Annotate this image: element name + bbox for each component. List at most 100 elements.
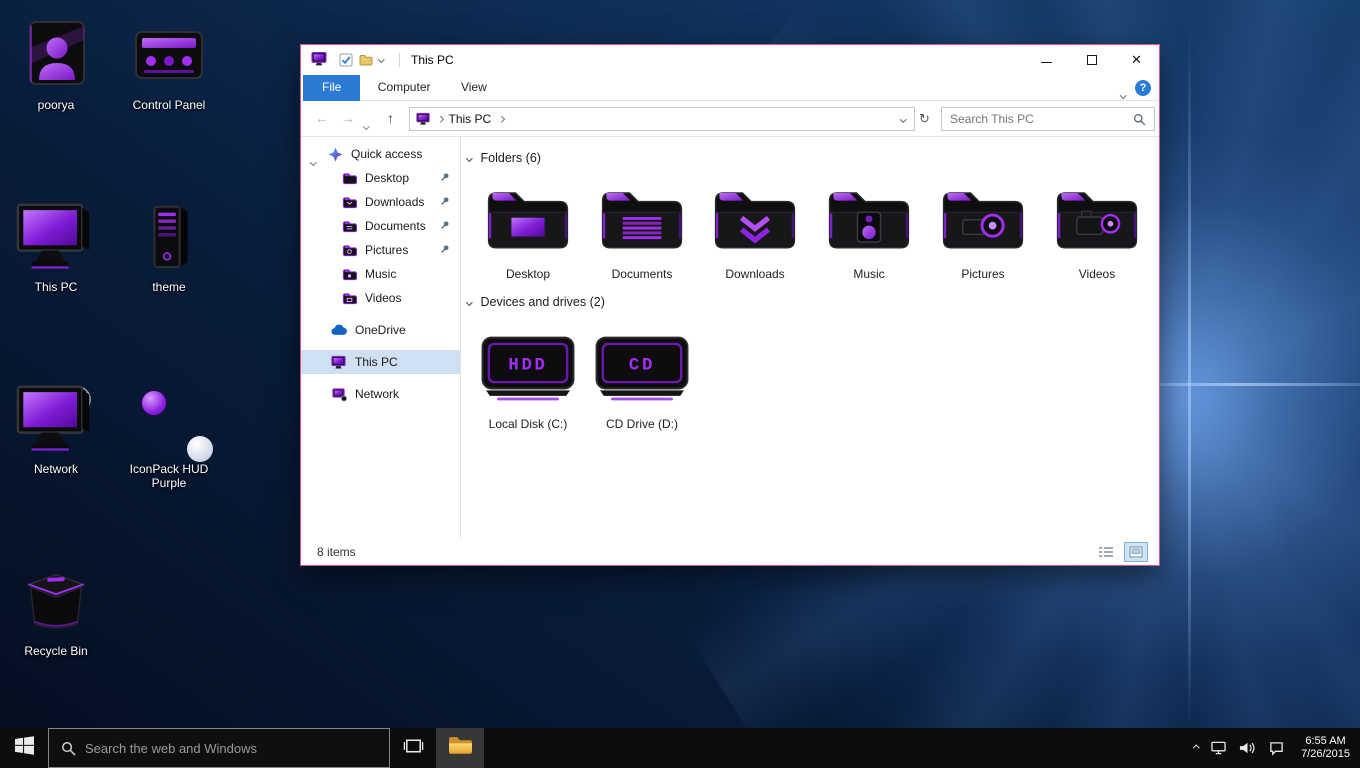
folder-icon <box>341 170 357 186</box>
breadcrumb-this-pc[interactable]: This PC <box>449 112 492 126</box>
sidebar-label: OneDrive <box>355 323 406 337</box>
hard-drive-icon: HDD <box>477 330 579 412</box>
taskbar-search-input[interactable] <box>85 741 389 756</box>
sidebar-item-this-pc[interactable]: This PC <box>301 350 460 374</box>
minimize-icon <box>1041 62 1052 63</box>
desktop-icon-label: theme <box>116 280 222 294</box>
expand-ribbon-chevron-icon[interactable] <box>1121 84 1126 102</box>
desktop-icon-iconpack[interactable]: IconPack HUD Purple <box>116 378 222 490</box>
desktop-icon-this-pc[interactable]: This PC <box>3 196 109 294</box>
desktop-icon-network[interactable]: Network <box>3 378 109 476</box>
minimize-button[interactable] <box>1024 45 1069 75</box>
folder-tile-documents[interactable]: Documents <box>590 173 694 281</box>
desktop-icon-label: Network <box>3 462 109 476</box>
qat-new-folder-icon[interactable] <box>359 53 373 67</box>
explorer-search-box[interactable] <box>941 107 1155 131</box>
close-button[interactable]: ✕ <box>1114 45 1159 75</box>
qat-customize-chevron-icon[interactable] <box>379 57 384 62</box>
explorer-window: This PC ✕ File Computer View ? ← → ↑ Thi… <box>300 44 1160 566</box>
windows-logo-icon <box>15 736 34 760</box>
sidebar-item-documents[interactable]: Documents <box>301 214 460 238</box>
task-view-button[interactable] <box>390 728 436 768</box>
desktop-icon-theme[interactable]: theme <box>116 196 222 294</box>
forward-button[interactable]: → <box>341 110 355 126</box>
refresh-button[interactable]: ↻ <box>919 111 930 127</box>
onedrive-cloud-icon <box>331 322 347 338</box>
network-tray-icon[interactable] <box>1211 741 1226 755</box>
sidebar-item-quick-access[interactable]: Quick access <box>301 142 460 166</box>
help-button[interactable]: ? <box>1135 80 1151 96</box>
desktop-icon-label: Recycle Bin <box>3 644 109 658</box>
sidebar-item-music[interactable]: Music <box>301 262 460 286</box>
folder-icon <box>341 194 357 210</box>
folder-tile-videos[interactable]: Videos <box>1045 173 1149 281</box>
collapse-chevron-icon[interactable] <box>466 299 472 305</box>
computer-icon <box>15 199 97 278</box>
address-bar[interactable]: This PC <box>409 107 915 131</box>
group-header-devices[interactable]: Devices and drives (2) <box>467 293 605 311</box>
explorer-search-input[interactable] <box>942 112 1133 126</box>
sidebar-item-network[interactable]: Network <box>301 382 460 406</box>
sidebar-item-pictures[interactable]: Pictures <box>301 238 460 262</box>
sidebar-label: Pictures <box>365 243 408 257</box>
pin-icon <box>439 244 450 255</box>
collapse-chevron-icon[interactable] <box>466 155 472 161</box>
tab-view[interactable]: View <box>448 75 500 101</box>
folder-icon <box>341 290 357 306</box>
downloads-folder-icon <box>705 180 805 259</box>
folder-tile-downloads[interactable]: Downloads <box>703 173 807 281</box>
search-icon[interactable] <box>1133 113 1146 126</box>
desktop-icon-poorya[interactable]: poorya <box>3 14 109 112</box>
back-button[interactable]: ← <box>315 110 329 126</box>
address-dropdown-chevron-icon[interactable] <box>900 116 906 122</box>
taskbar-search[interactable] <box>48 728 390 768</box>
sidebar-item-videos[interactable]: Videos <box>301 286 460 310</box>
drive-tile-local-disk[interactable]: HDD Local Disk (C:) <box>471 329 585 431</box>
group-header-label: Devices and drives (2) <box>481 295 605 309</box>
show-hidden-icons-chevron-icon[interactable] <box>1194 746 1199 751</box>
pin-icon <box>439 172 450 183</box>
taskbar-clock[interactable]: 6:55 AM 7/26/2015 <box>1301 735 1350 761</box>
desktop-icon-recycle-bin[interactable]: Recycle Bin <box>3 560 109 658</box>
folder-icon <box>341 266 357 282</box>
recycle-bin-icon <box>15 564 97 641</box>
sidebar-item-onedrive[interactable]: OneDrive <box>301 318 460 342</box>
sidebar-item-desktop[interactable]: Desktop <box>301 166 460 190</box>
large-icons-view-button[interactable] <box>1125 543 1147 561</box>
details-view-button[interactable] <box>1095 543 1117 561</box>
folder-tile-desktop[interactable]: Desktop <box>476 173 580 281</box>
desktop-icon-label: IconPack HUD Purple <box>116 462 222 490</box>
titlebar-separator <box>399 53 400 67</box>
folder-tile-music[interactable]: Music <box>817 173 921 281</box>
computer-icon <box>331 354 347 370</box>
recent-locations-chevron-icon[interactable] <box>364 115 369 131</box>
file-explorer-button[interactable] <box>436 728 484 768</box>
network-icon <box>331 386 347 402</box>
breadcrumb-chevron-icon[interactable] <box>498 116 504 122</box>
group-header-folders[interactable]: Folders (6) <box>467 149 541 167</box>
address-location-icon <box>416 112 431 126</box>
status-bar: 8 items <box>301 539 1159 565</box>
folder-tile-pictures[interactable]: Pictures <box>931 173 1035 281</box>
tile-label: Music <box>817 267 921 281</box>
qat-properties-icon[interactable] <box>339 53 353 67</box>
window-title: This PC <box>411 45 454 75</box>
desktop-icon-control-panel[interactable]: Control Panel <box>116 14 222 112</box>
pictures-folder-icon <box>933 180 1033 259</box>
clock-time: 6:55 AM <box>1301 735 1350 748</box>
sidebar-label: Network <box>355 387 399 401</box>
volume-icon[interactable] <box>1239 741 1256 755</box>
tile-label: Pictures <box>931 267 1035 281</box>
tab-computer[interactable]: Computer <box>365 75 444 101</box>
taskbar: 6:55 AM 7/26/2015 <box>0 728 1360 768</box>
breadcrumb-chevron-icon[interactable] <box>437 116 443 122</box>
titlebar[interactable]: This PC ✕ <box>301 45 1159 75</box>
start-button[interactable] <box>0 728 48 768</box>
desktop-folder-icon <box>478 180 578 259</box>
maximize-button[interactable] <box>1069 45 1114 75</box>
action-center-icon[interactable] <box>1269 741 1284 756</box>
up-button[interactable]: ↑ <box>387 110 394 126</box>
tab-file[interactable]: File <box>303 75 360 101</box>
drive-tile-cd-drive[interactable]: CD CD Drive (D:) <box>585 329 699 431</box>
sidebar-item-downloads[interactable]: Downloads <box>301 190 460 214</box>
